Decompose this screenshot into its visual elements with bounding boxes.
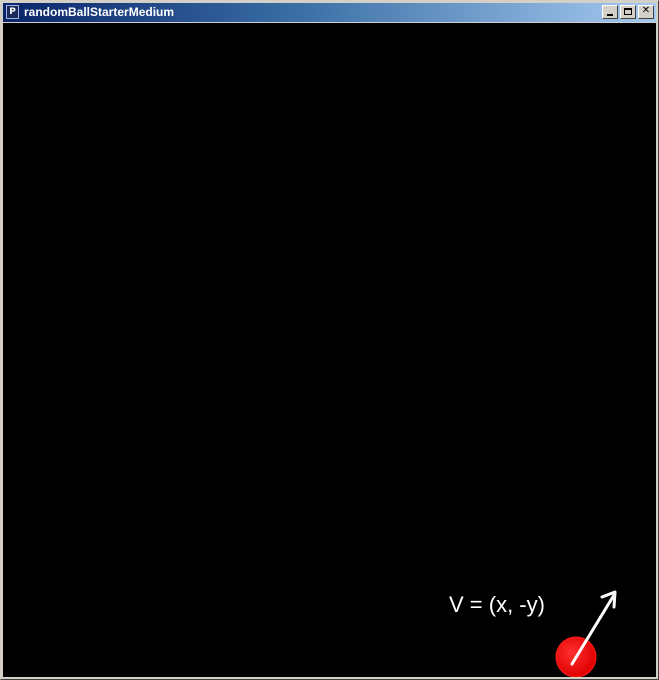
title-bar[interactable]: P randomBallStarterMedium ✕ [3,3,656,22]
maximize-icon [624,8,632,15]
window-title: randomBallStarterMedium [24,5,175,19]
processing-app-icon[interactable]: P [6,5,19,19]
minimize-button[interactable] [602,5,618,19]
sketch-canvas[interactable]: V = (x, -y) [3,23,656,677]
close-icon: ✕ [641,5,651,16]
minimize-icon [607,14,613,16]
canvas-drawing [555,590,617,677]
velocity-label: V = (x, -y) [449,592,545,617]
maximize-button[interactable] [620,5,636,19]
close-button[interactable]: ✕ [638,5,654,19]
app-window: P randomBallStarterMedium ✕ V = (x, -y) [0,0,659,680]
